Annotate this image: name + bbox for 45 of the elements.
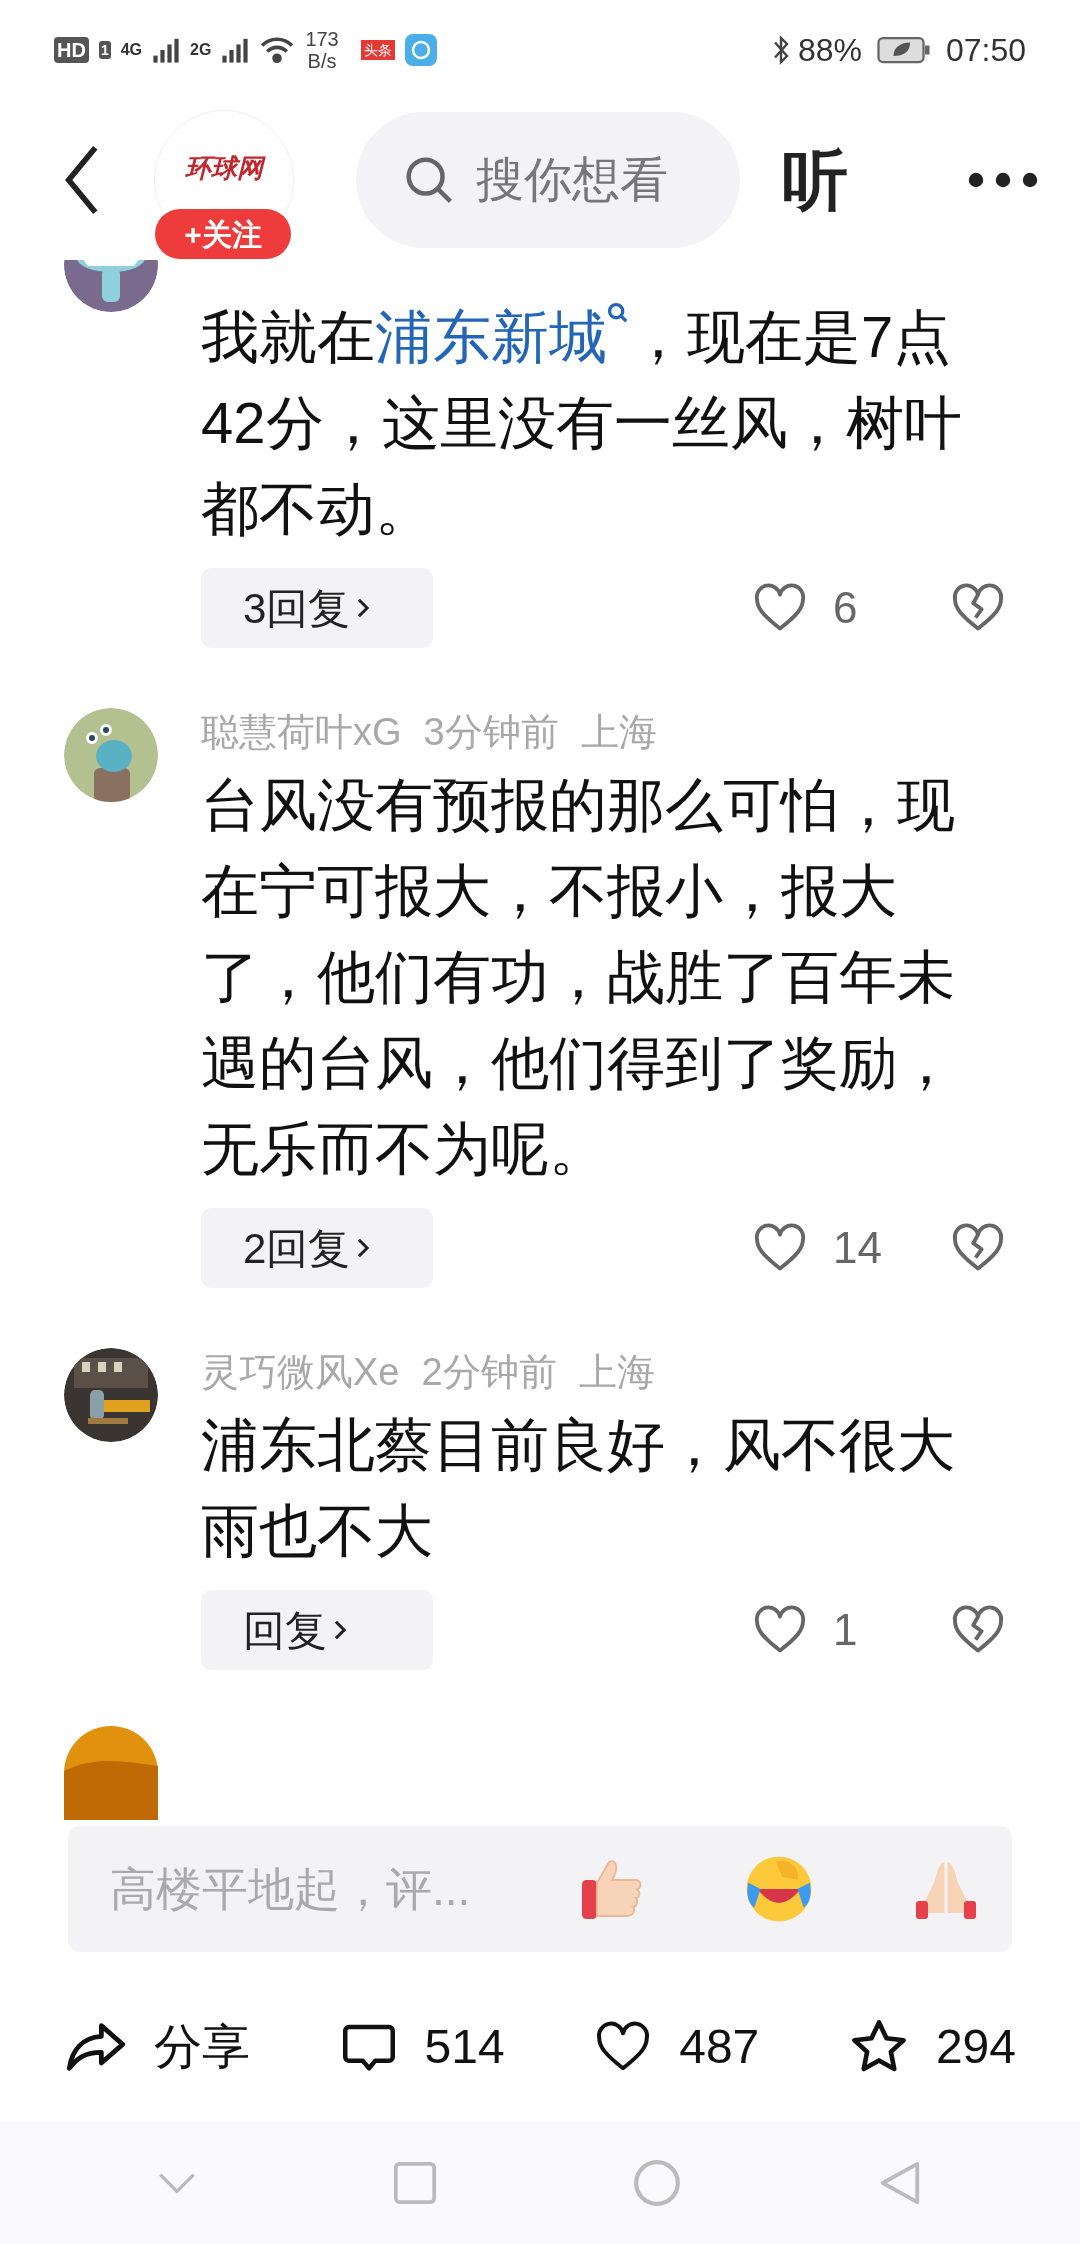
like-count: 6 xyxy=(832,582,859,634)
replies-button[interactable]: 3回复 xyxy=(201,568,433,648)
sim-label: 1 xyxy=(98,41,111,59)
comment-text: 台风没有预报的那么可怕，现在宁可报大，不报小，报大了，他们有功，战胜了百年未遇的台风，他们得到了奖励，无乐而不为呢。 xyxy=(201,771,956,1183)
search-field[interactable]: 搜你想看 xyxy=(356,112,740,248)
like-button[interactable]: 487 xyxy=(593,2011,760,2083)
replies-button[interactable]: 回复 xyxy=(201,1590,433,1670)
comment-text: 浦东北蔡目前良好，风不很大雨也不大 xyxy=(201,1411,956,1565)
like-count: 14 xyxy=(832,1222,883,1274)
speed-unit: B/s xyxy=(307,50,337,72)
battery-icon xyxy=(875,35,932,65)
search-icon xyxy=(607,302,629,324)
signal-icon xyxy=(152,36,181,64)
replies-button[interactable]: 2回复 xyxy=(201,1208,433,1288)
wifi-icon xyxy=(259,35,296,65)
topic-link[interactable]: 浦东新城 xyxy=(375,304,629,369)
follow-button[interactable]: +关注 xyxy=(155,209,291,259)
chevron-right-icon xyxy=(356,1237,371,1259)
app-badge: 头条 xyxy=(360,40,395,60)
share-button[interactable]: 分享 xyxy=(64,2011,250,2083)
bluetooth-icon xyxy=(771,35,790,65)
hd-label: HD xyxy=(54,37,89,63)
favorite-button[interactable]: 294 xyxy=(847,2011,1016,2083)
signal-icon xyxy=(221,36,250,64)
listen-button[interactable]: 听 xyxy=(782,130,848,230)
comment-location: 上海 xyxy=(578,1350,655,1395)
comment-text: 我就在浦东新城 ，现在是7点42分，这里没有一丝风，树叶都不动。 xyxy=(201,301,963,543)
composer-placeholder: 高楼平地起，评... xyxy=(110,1861,472,1917)
network-label: 2G xyxy=(190,40,212,60)
comment-time: 3分钟前 xyxy=(423,710,559,755)
comment-location: 上海 xyxy=(580,710,657,755)
search-placeholder: 搜你想看 xyxy=(476,152,668,208)
avatar-icon xyxy=(64,1726,158,1820)
speed-value: 173 xyxy=(305,28,339,50)
more-icon[interactable] xyxy=(966,171,1040,189)
clock-time: 07:50 xyxy=(945,31,1026,70)
app-icon xyxy=(404,34,437,66)
comment-time: 2分钟前 xyxy=(421,1350,557,1395)
like-count: 1 xyxy=(832,1604,859,1656)
comments-button[interactable]: 514 xyxy=(338,2011,505,2083)
battery-percent: 88% xyxy=(797,31,862,70)
chevron-right-icon xyxy=(356,597,371,619)
network-label: 4G xyxy=(120,40,143,60)
chevron-right-icon xyxy=(333,1619,347,1641)
plant-avatar-icon xyxy=(64,708,158,802)
